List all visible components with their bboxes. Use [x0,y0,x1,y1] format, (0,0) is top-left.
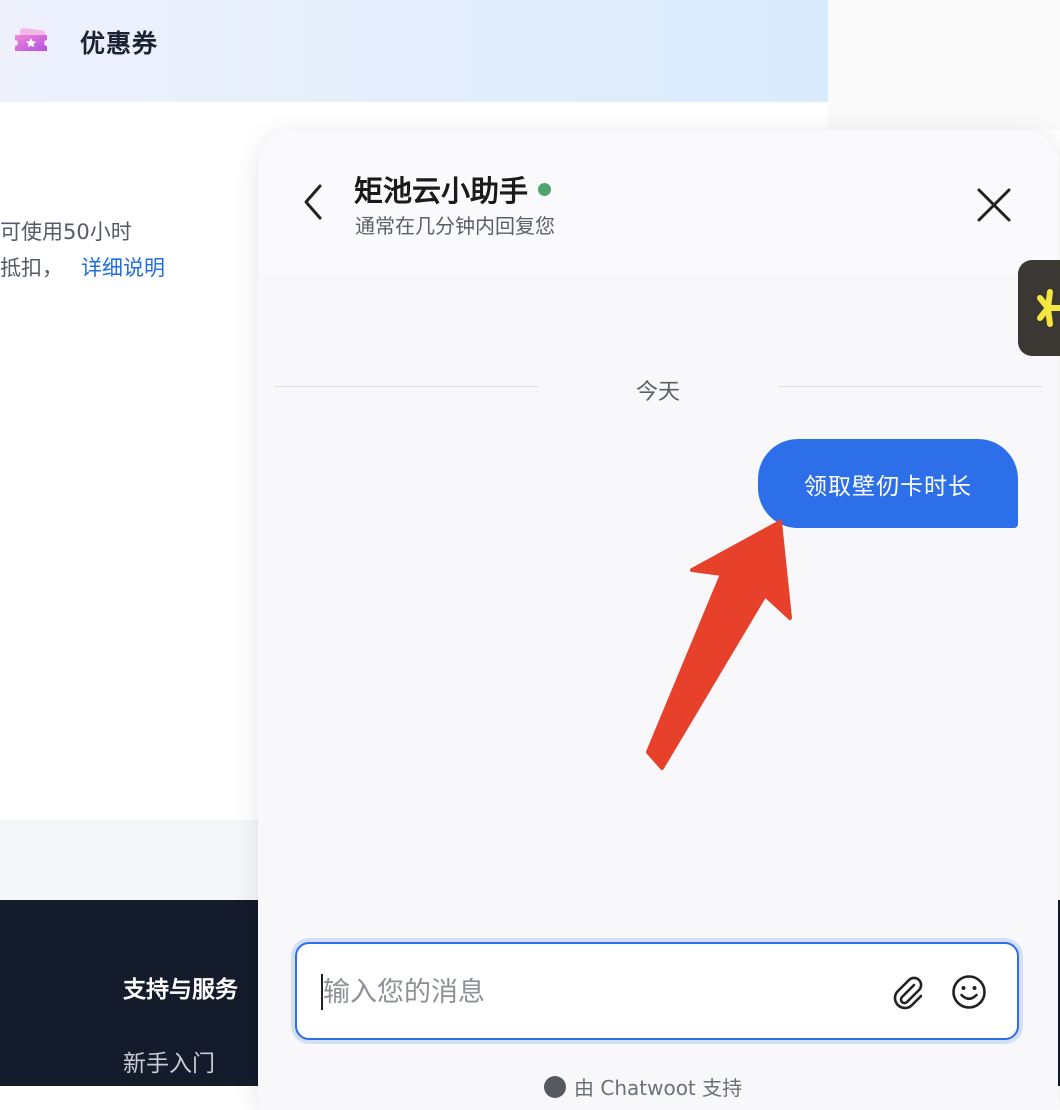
agent-name: 矩池云小助手 [354,174,529,208]
footer-link-getting-started[interactable]: 新手入门 [123,1044,215,1078]
coupon-title: 优惠券 [80,29,159,58]
reply-time-note: 通常在几分钟内回复您 [355,214,555,238]
sparkle-icon [1037,289,1060,327]
date-divider-label: 今天 [635,380,680,405]
chat-widget: 矩池云小助手 通常在几分钟内回复您 今天 领取壁仞卡时长 由 Chatwoot … [258,130,1058,1110]
user-message-bubble: 领取壁仞卡时长 [758,439,1018,528]
coupon-desc-line: 可使用50小时 [0,220,132,244]
message-input[interactable] [321,966,865,1018]
chat-header: 矩池云小助手 通常在几分钟内回复您 [258,130,1058,274]
smiley-icon[interactable] [951,974,987,1010]
coupon-desc-line: 抵扣， 详细说明 [0,252,165,282]
chat-title: 矩池云小助手 [354,168,552,210]
coupon-header: 优惠券 [0,0,828,102]
powered-by[interactable]: 由 Chatwoot 支持 [544,1072,742,1101]
close-icon[interactable] [974,185,1014,225]
date-divider-line [274,386,538,387]
detail-link[interactable]: 详细说明 [81,256,165,280]
message-composer [295,942,1019,1040]
coupon-desc-text: 抵扣， [0,256,63,280]
text-caret [321,974,323,1010]
ticket-icon [15,27,47,51]
date-divider-line [778,386,1042,387]
paperclip-icon[interactable] [887,972,927,1012]
page-side-area [828,0,1060,130]
online-status-dot [538,182,552,196]
powered-by-text: 由 Chatwoot 支持 [574,1076,743,1100]
chatwoot-logo-icon [544,1075,566,1098]
floating-widget-button[interactable] [1018,260,1060,356]
page-band [0,820,260,900]
chevron-left-icon[interactable] [298,182,328,222]
footer-heading: 支持与服务 [123,977,238,1003]
